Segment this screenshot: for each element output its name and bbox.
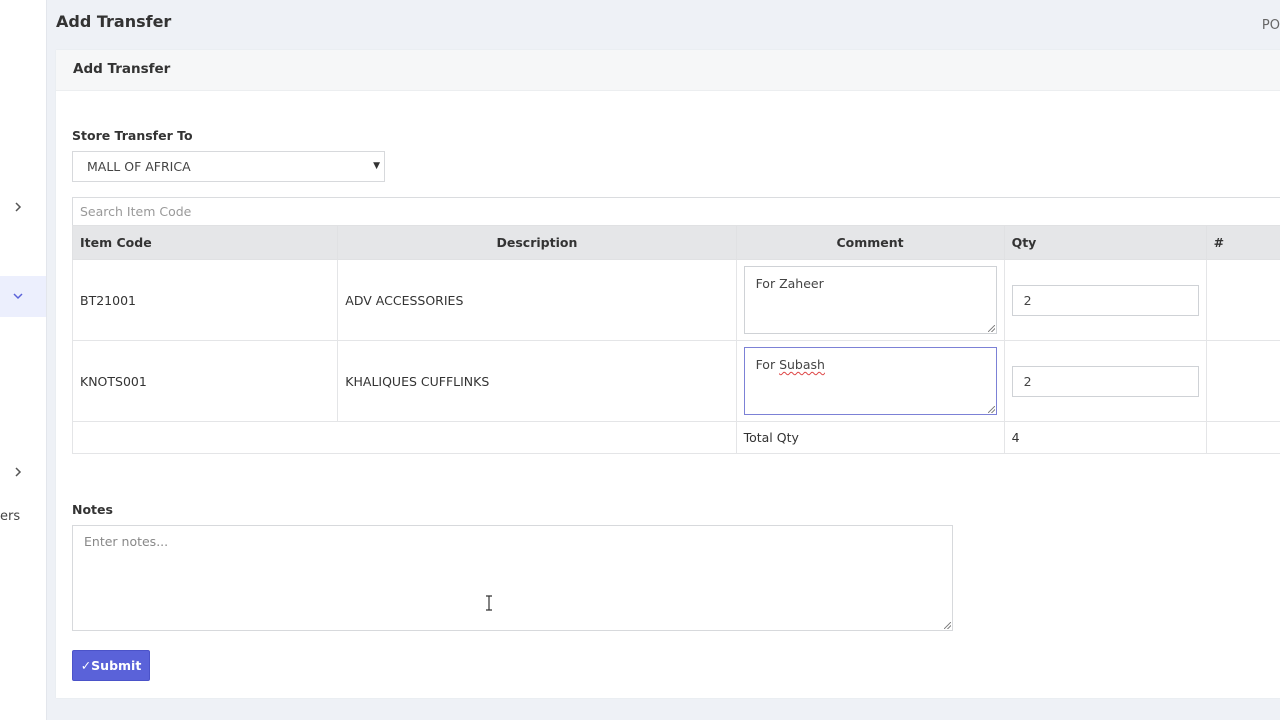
comment-misspelled-word: Subash <box>779 357 825 372</box>
table-row: KNOTS001 KHALIQUES CUFFLINKS For Subash … <box>71 340 1280 422</box>
comment-textarea[interactable]: For Subash <box>743 347 997 415</box>
qty-cell: 2 <box>1003 340 1207 422</box>
qty-input[interactable]: 2 <box>1011 284 1199 316</box>
notes-placeholder: Enter notes... <box>84 534 169 549</box>
qty-value: 2 <box>1023 373 1032 389</box>
qty-input[interactable]: 2 <box>1011 365 1199 397</box>
description-cell: ADV ACCESSORIES <box>337 259 737 341</box>
page-title: Add Transfer <box>56 12 172 31</box>
actions-cell <box>1205 259 1280 341</box>
check-icon: ✓ <box>80 658 92 673</box>
actions-cell <box>1205 340 1280 422</box>
qty-value: 2 <box>1023 292 1032 308</box>
comment-prefix: For <box>755 357 780 372</box>
store-transfer-label: Store Transfer To <box>72 128 193 143</box>
sidebar-item-active[interactable] <box>0 276 46 317</box>
col-actions: # <box>1205 225 1280 260</box>
page-header-right-text: PO <box>1261 18 1280 33</box>
card-header: Add Transfer <box>56 50 1280 91</box>
resize-handle[interactable] <box>987 325 995 332</box>
store-transfer-value: MALL OF AFRICA <box>87 159 191 174</box>
search-placeholder: Search Item Code <box>80 204 192 219</box>
col-description: Description <box>337 225 737 260</box>
total-qty-value: 4 <box>1003 421 1207 454</box>
items-table: Item Code Description Comment Qty # BT21… <box>71 225 1280 454</box>
comment-text: For Zaheer <box>755 276 824 291</box>
qty-cell: 2 <box>1003 259 1207 341</box>
table-row: BT21001 ADV ACCESSORIES For Zaheer 2 <box>71 259 1280 341</box>
search-item-code-input[interactable]: Search Item Code <box>72 197 1280 226</box>
resize-handle[interactable] <box>944 622 951 629</box>
item-code-cell: BT21001 <box>71 259 339 341</box>
total-empty <box>1205 421 1280 454</box>
transfer-card: Add Transfer Store Transfer To MALL OF A… <box>56 50 1280 698</box>
caret-down-icon: ▼ <box>373 161 380 171</box>
notes-textarea[interactable]: Enter notes... <box>72 525 953 631</box>
total-qty-label: Total Qty <box>735 421 1005 454</box>
comment-cell: For Subash <box>735 340 1005 422</box>
chevron-right-icon[interactable] <box>11 465 25 479</box>
text-cursor-icon <box>485 595 493 611</box>
comment-cell: For Zaheer <box>735 259 1005 341</box>
description-cell: KHALIQUES CUFFLINKS <box>337 340 737 422</box>
chevron-down-icon[interactable] <box>11 289 25 303</box>
col-comment: Comment <box>735 225 1005 260</box>
col-item-code: Item Code <box>71 225 339 260</box>
comment-textarea[interactable]: For Zaheer <box>743 266 997 334</box>
submit-button[interactable]: ✓Submit <box>72 650 150 681</box>
store-transfer-select[interactable]: MALL OF AFRICA ▼ <box>72 151 385 182</box>
table-header-row: Item Code Description Comment Qty # <box>71 225 1280 260</box>
total-row: Total Qty 4 <box>72 421 1280 454</box>
resize-handle[interactable] <box>987 406 995 413</box>
sidebar-item-label[interactable]: ers <box>0 509 20 524</box>
chevron-right-icon[interactable] <box>11 200 25 214</box>
col-qty: Qty <box>1003 225 1207 260</box>
item-code-cell: KNOTS001 <box>71 340 339 422</box>
total-spacer <box>72 421 737 454</box>
submit-label: Submit <box>91 658 142 673</box>
notes-label: Notes <box>72 502 113 517</box>
sidebar: ers <box>0 0 47 720</box>
